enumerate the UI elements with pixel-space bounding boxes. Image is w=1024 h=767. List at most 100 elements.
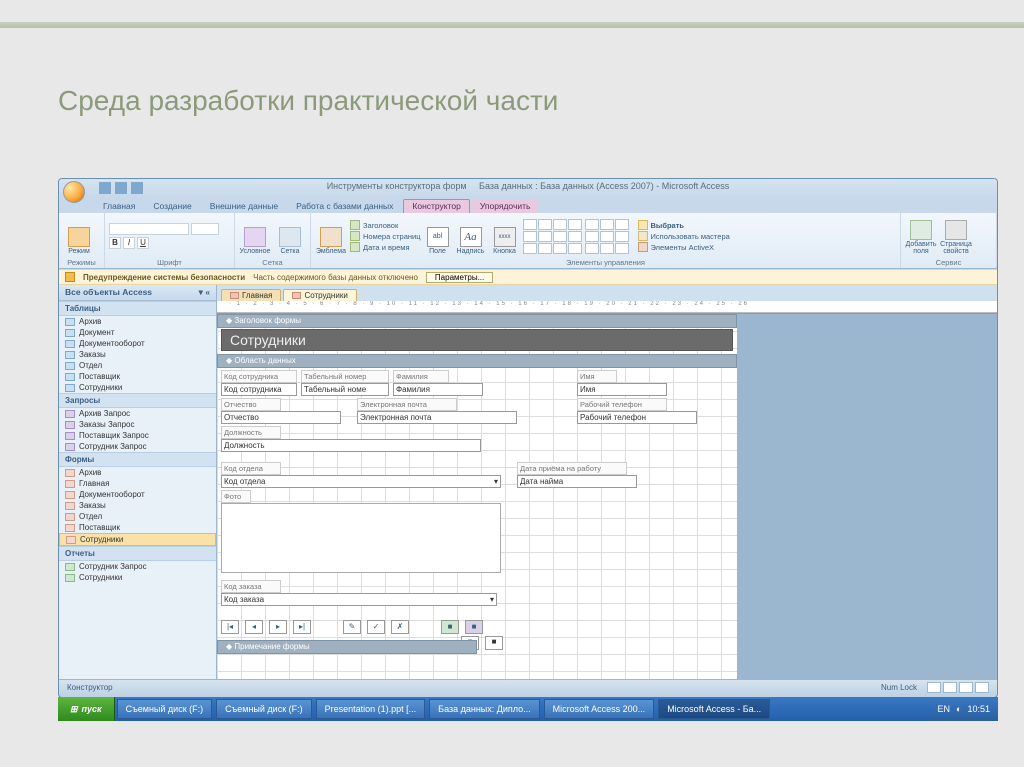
label[interactable]: Табельный номер [301, 370, 389, 383]
combobox[interactable]: Код заказа▾ [221, 593, 497, 606]
taskbar-item[interactable]: Съемный диск (F:) [216, 699, 312, 719]
use-wizards-toggle[interactable]: Использовать мастера [638, 231, 730, 241]
activex-button[interactable]: Элементы ActiveX [638, 242, 730, 252]
nav-table[interactable]: Сотрудники [59, 382, 216, 393]
prev-record[interactable]: ◂ [245, 620, 263, 634]
aux-button-1[interactable]: ■ [441, 620, 459, 634]
edit-button[interactable]: ✎ [343, 620, 361, 634]
tab-create[interactable]: Создание [145, 200, 199, 213]
textbox-control[interactable]: ablПоле [424, 217, 452, 255]
nav-section-forms[interactable]: Формы [59, 452, 216, 467]
nav-table[interactable]: Документооборот [59, 338, 216, 349]
datasheetview-button[interactable] [975, 682, 989, 693]
nav-query[interactable]: Сотрудник Запрос [59, 441, 216, 452]
label[interactable]: Код отдела [221, 462, 281, 475]
taskbar-item[interactable]: База данных: Дипло... [429, 699, 539, 719]
delete-button[interactable]: ✗ [391, 620, 409, 634]
underline-button[interactable]: U [137, 237, 149, 249]
font-combo[interactable] [109, 223, 189, 235]
nav-query[interactable]: Заказы Запрос [59, 419, 216, 430]
nav-form[interactable]: Архив [59, 467, 216, 478]
tab-home[interactable]: Главная [95, 200, 143, 213]
language-indicator[interactable]: EN [938, 704, 951, 714]
textbox[interactable]: Фамилия [393, 383, 483, 396]
nav-table[interactable]: Архив [59, 316, 216, 327]
nav-table[interactable]: Поставщик [59, 371, 216, 382]
office-button[interactable] [63, 181, 85, 203]
label[interactable]: Имя [577, 370, 617, 383]
emblem-button[interactable]: Эмблема [315, 217, 347, 255]
nav-form[interactable]: Заказы [59, 500, 216, 511]
label-control[interactable]: AaНадпись [455, 217, 487, 255]
title-button[interactable]: Заголовок [350, 220, 421, 230]
nav-table[interactable]: Документ [59, 327, 216, 338]
taskbar-item[interactable]: Microsoft Access 200... [544, 699, 655, 719]
nav-form[interactable]: Документооборот [59, 489, 216, 500]
tab-design[interactable]: Конструктор [403, 199, 469, 213]
nav-table[interactable]: Заказы [59, 349, 216, 360]
label[interactable]: Должность [221, 426, 281, 439]
designview-button[interactable] [959, 682, 973, 693]
label[interactable]: Дата приёма на работу [517, 462, 627, 475]
italic-button[interactable]: I [123, 237, 135, 249]
combobox[interactable]: Код отдела▾ [221, 475, 501, 488]
button-control[interactable]: xxxxКнопка [490, 217, 520, 255]
taskbar-item-active[interactable]: Microsoft Access - Ба... [658, 699, 770, 719]
tab-dbtools[interactable]: Работа с базами данных [288, 200, 401, 213]
nav-report[interactable]: Сотрудник Запрос [59, 561, 216, 572]
next-record[interactable]: ▸ [269, 620, 287, 634]
textbox[interactable]: Табельный номе [301, 383, 389, 396]
textbox[interactable]: Отчество [221, 411, 341, 424]
nav-header[interactable]: Все объекты Access▾ « [59, 285, 216, 301]
controls-gallery-2[interactable] [585, 219, 629, 254]
nav-form[interactable]: Поставщик [59, 522, 216, 533]
grid-button[interactable]: Сетка [274, 217, 306, 255]
formview-button[interactable] [927, 682, 941, 693]
nav-form-selected[interactable]: Сотрудники [59, 533, 216, 546]
first-record[interactable]: |◂ [221, 620, 239, 634]
label[interactable]: Фамилия [393, 370, 449, 383]
textbox[interactable]: Имя [577, 383, 667, 396]
security-options-button[interactable]: Параметры... [426, 272, 493, 283]
save-button[interactable]: ✓ [367, 620, 385, 634]
nav-section-tables[interactable]: Таблицы [59, 301, 216, 316]
propsheet-button[interactable]: Страница свойств [940, 217, 972, 255]
detail-section[interactable]: ◆ Область данных [217, 354, 737, 368]
nav-form[interactable]: Главная [59, 478, 216, 489]
nav-section-reports[interactable]: Отчеты [59, 546, 216, 561]
textbox[interactable]: Код сотрудника [221, 383, 297, 396]
nav-table[interactable]: Отдел [59, 360, 216, 371]
textbox[interactable]: Рабочий телефон [577, 411, 697, 424]
doc-tab-employees[interactable]: Сотрудники [283, 289, 356, 301]
label[interactable]: Электронная почта [357, 398, 457, 411]
clock[interactable]: 10:51 [967, 704, 990, 714]
nav-form[interactable]: Отдел [59, 511, 216, 522]
label[interactable]: Код сотрудника [221, 370, 297, 383]
nav-query[interactable]: Поставщик Запрос [59, 430, 216, 441]
label[interactable]: Рабочий телефон [577, 398, 667, 411]
nav-query[interactable]: Архив Запрос [59, 408, 216, 419]
doc-tab-main[interactable]: Главная [221, 289, 281, 301]
label[interactable]: Код заказа [221, 580, 281, 593]
pagenum-button[interactable]: Номера страниц [350, 231, 421, 241]
datetime-button[interactable]: Дата и время [350, 242, 421, 252]
form-footer-section[interactable]: ◆ Примечание формы [217, 640, 477, 654]
tray-icon[interactable]: ◐ [956, 704, 961, 714]
last-record[interactable]: ▸| [293, 620, 311, 634]
label[interactable]: Фото [221, 490, 251, 503]
textbox[interactable]: Дата найма [517, 475, 637, 488]
attachment[interactable] [221, 503, 501, 573]
bold-button[interactable]: B [109, 237, 121, 249]
nav-section-queries[interactable]: Запросы [59, 393, 216, 408]
taskbar-item[interactable]: Presentation (1).ppt [... [316, 699, 426, 719]
nav-report[interactable]: Сотрудники [59, 572, 216, 583]
textbox[interactable]: Электронная почта [357, 411, 517, 424]
detail-area[interactable]: Код сотрудника Табельный номер Фамилия И… [217, 368, 737, 654]
select-tool[interactable]: Выбрать [638, 220, 730, 230]
start-button[interactable]: ⊞пуск [58, 697, 115, 721]
layoutview-button[interactable] [943, 682, 957, 693]
form-title-label[interactable]: Сотрудники [221, 329, 733, 351]
tab-arrange[interactable]: Упорядочить [472, 200, 539, 213]
form-header-section[interactable]: ◆ Заголовок формы [217, 314, 737, 328]
aux-button-4[interactable]: ■ [485, 636, 503, 650]
